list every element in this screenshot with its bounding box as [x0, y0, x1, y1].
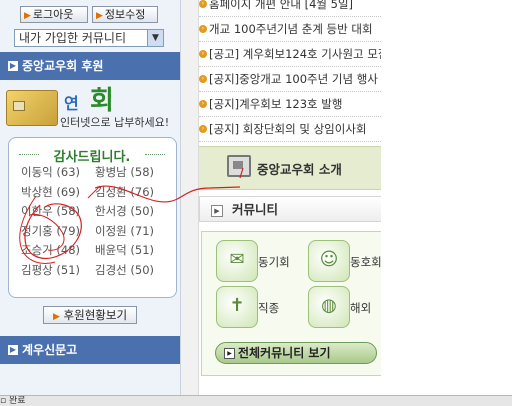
donor-name: 김성환 (76) — [95, 184, 155, 199]
dongihoe-icon[interactable]: ✉ — [216, 240, 258, 282]
support-heading[interactable]: ▶ 중앙교우회 후원 — [0, 52, 180, 80]
arrow-box-icon: ▶ — [8, 345, 18, 355]
donor-name: 한서경 (50) — [95, 204, 155, 218]
donor-list: 이동익 (63) 황병남 (58) 박상현 (69) 김성환 (76) 이한우 (58)… — [21, 163, 171, 280]
main-content: › 홈페이지 개편 안내 [4월 5일] › 개교 100주년기념 춘계 등반 대회 ›… — [199, 0, 381, 395]
donor-row: 김평상 (51) 김경선 (50) — [21, 261, 171, 281]
notice-text: [공지] 회장단회의 및 상임이사회 — [209, 122, 367, 136]
blank-area — [381, 0, 512, 395]
arrow-box-icon: ▶ — [8, 61, 18, 71]
donor-row: 조승기 (48) 배윤덕 (51) — [21, 241, 171, 261]
globe-icon[interactable]: ◍ — [308, 286, 350, 328]
annual-fee-banner[interactable]: 연 회 인터넷으로 납부하세요! — [4, 84, 180, 134]
job-icon[interactable]: ✝ — [216, 286, 258, 328]
notice-text: 홈페이지 개편 안내 [4월 5일] — [209, 0, 354, 11]
donor-name: 황병남 (58) — [95, 165, 155, 179]
bullet-icon: › — [199, 50, 207, 58]
donor-row: 박상현 (69) 김성환 (76) — [21, 183, 171, 203]
thanks-box: 감사드립니다. 이동익 (63) 황병남 (58) 박상현 (69) 김성환 (76)… — [8, 137, 177, 298]
donor-name: 이동익 (63) — [21, 165, 81, 179]
notice-item[interactable]: › [공지] 회장단회의 및 상임이사회 — [199, 117, 381, 142]
bullet-icon: › — [199, 125, 207, 133]
intro-banner[interactable]: 중앙교우회 소개 — [199, 146, 381, 190]
logout-button[interactable]: ▶ 로그아웃 — [20, 6, 88, 23]
donor-name: 이한우 (58) — [21, 204, 81, 218]
donor-name: 김경선 (50) — [95, 262, 155, 277]
community-item-label[interactable]: 해외 — [350, 300, 371, 316]
donor-name: 배윤덕 (51) — [95, 243, 155, 257]
notice-list: › 홈페이지 개편 안내 [4월 5일] › 개교 100주년기념 춘계 등반 대회 ›… — [199, 0, 381, 142]
status-bar: ▫ 완료 — [0, 395, 512, 406]
bullet-icon: › — [199, 25, 207, 33]
all-community-button[interactable]: ▶ 전체커뮤니티 보기 — [215, 342, 377, 364]
notice-item[interactable]: › 개교 100주년기념 춘계 등반 대회 — [199, 17, 381, 42]
club-icon[interactable]: ☺ — [308, 240, 350, 282]
notice-text: [공고] 계우회보124호 기사원고 모집 — [209, 47, 381, 61]
donor-name: 정기홍 (79) — [21, 223, 81, 238]
edit-info-button[interactable]: ▶ 정보수정 — [92, 6, 158, 23]
notice-item[interactable]: › 홈페이지 개편 안내 [4월 5일] — [199, 0, 381, 17]
notice-item[interactable]: › [공지]계우회보 123호 발행 — [199, 92, 381, 117]
community-heading[interactable]: ▶ 커뮤니티 — [199, 196, 381, 222]
arrow-icon: ▶ — [52, 312, 60, 322]
arrow-icon: ▶ — [96, 11, 103, 21]
arrow-box-icon: ▶ — [211, 205, 223, 217]
donor-row: 정기홍 (79) 이정원 (71) — [21, 222, 171, 242]
community-item-label[interactable]: 동호회 — [350, 254, 381, 270]
donor-row: 이동익 (63) 황병남 (58) — [21, 163, 171, 183]
bullet-icon: › — [199, 0, 207, 8]
arrow-icon: ▶ — [24, 11, 31, 21]
donor-name: 조승기 (48) — [21, 243, 81, 257]
news-heading[interactable]: ▶ 계우신문고 — [0, 336, 180, 364]
tv-icon — [227, 155, 251, 177]
notice-text: [공지]계우회보 123호 발행 — [209, 97, 343, 111]
donor-name: 박상현 (69) — [21, 184, 81, 199]
bullet-icon: › — [199, 75, 207, 83]
left-sidebar: ▶ 로그아웃 ▶ 정보수정 내가 가입한 커뮤니티 ▼ ▶ 중앙교우회 후원 연 회 인… — [0, 0, 181, 395]
community-item-label[interactable]: 직종 — [258, 300, 279, 316]
notice-item[interactable]: › [공지]중앙개교 100주년 기념 행사 — [199, 67, 381, 92]
view-support-status-button[interactable]: ▶ 후원현황보기 — [43, 306, 137, 324]
bullet-icon: › — [199, 100, 207, 108]
community-select[interactable]: 내가 가입한 커뮤니티 ▼ — [14, 29, 164, 47]
notice-text: [공지]중앙개교 100주년 기념 행사 — [209, 72, 378, 86]
credit-card-icon — [6, 90, 58, 126]
chevron-down-icon[interactable]: ▼ — [147, 30, 163, 46]
notice-item[interactable]: › [공고] 계우회보124호 기사원고 모집 — [199, 42, 381, 67]
notice-text: 개교 100주년기념 춘계 등반 대회 — [209, 22, 373, 36]
arrow-box-icon: ▶ — [224, 348, 235, 359]
donor-row: 이한우 (58) 한서경 (50) — [21, 202, 171, 222]
donor-name: 이정원 (71) — [95, 223, 155, 238]
community-item-label[interactable]: 동기회 — [258, 254, 290, 270]
frame-gutter — [181, 0, 199, 395]
donor-name: 김평상 (51) — [21, 262, 81, 277]
